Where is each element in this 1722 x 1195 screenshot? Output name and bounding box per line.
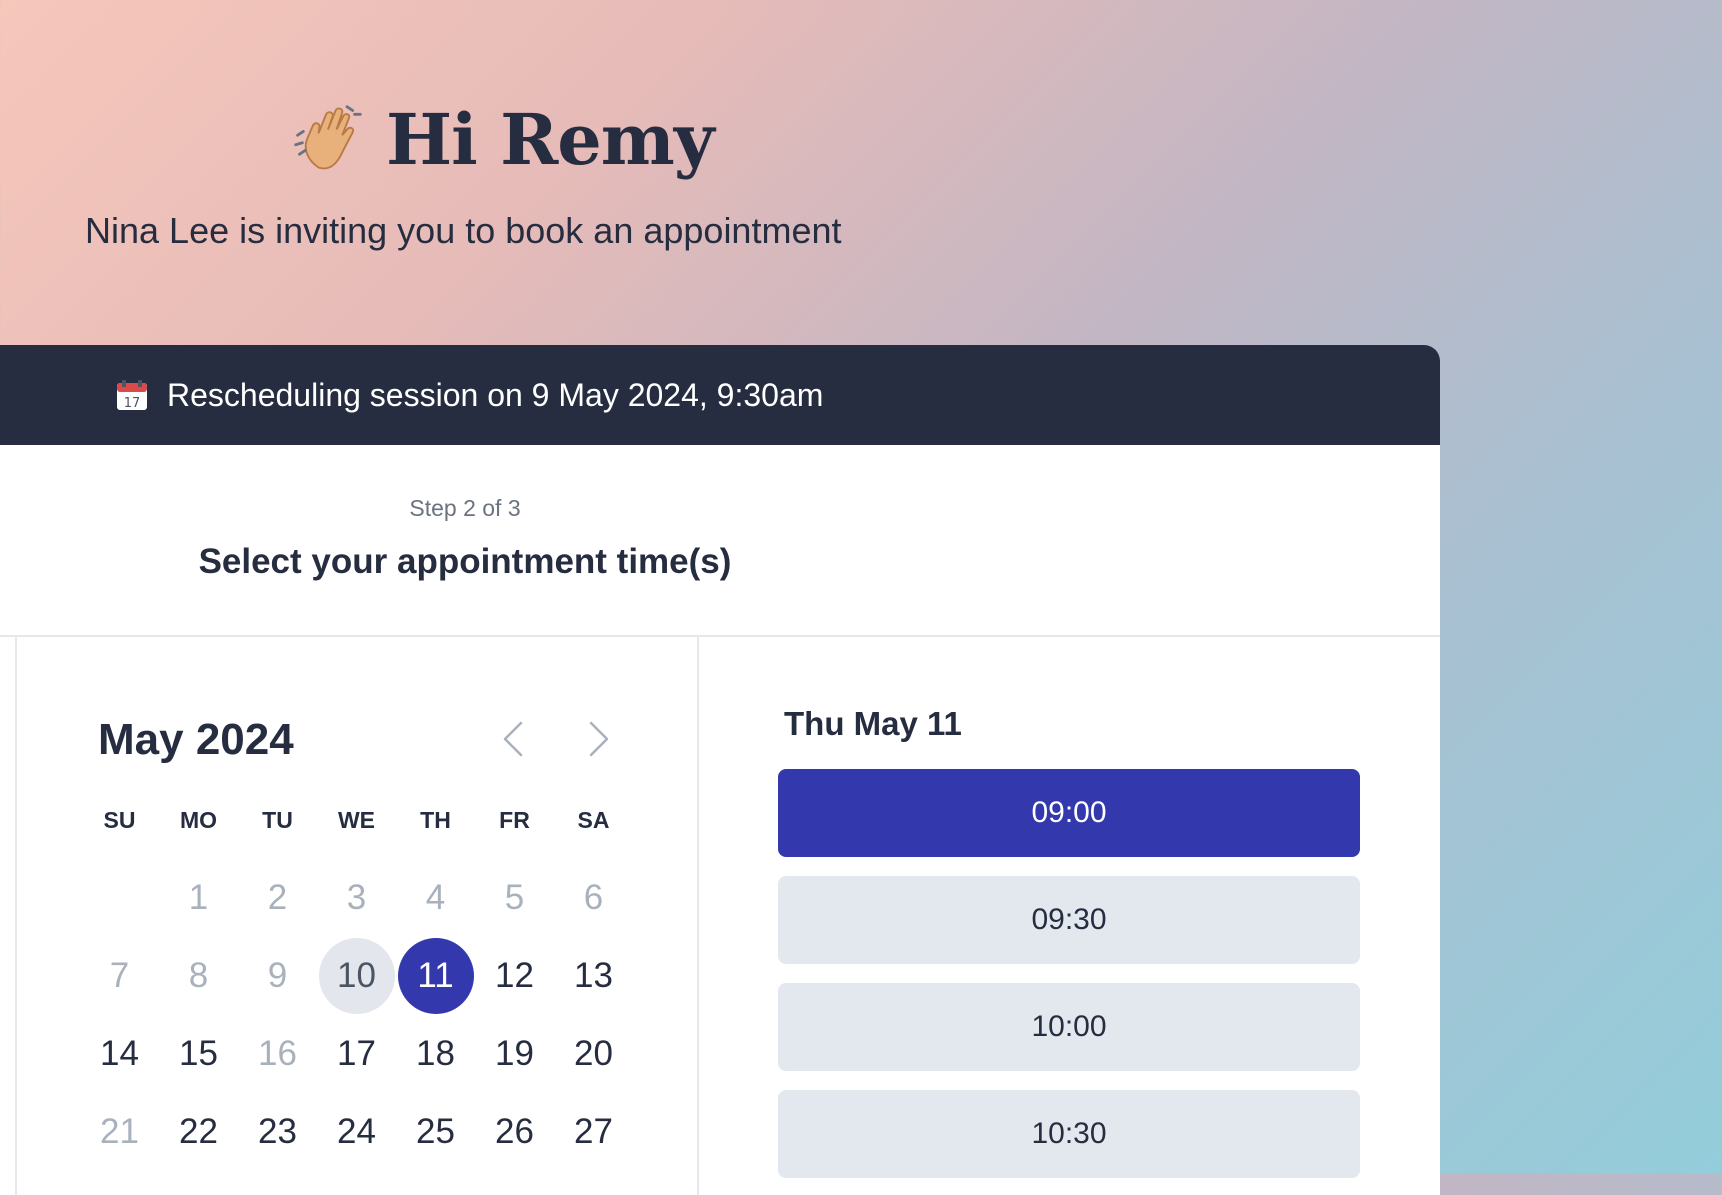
- calendar-day-number: 19: [495, 1034, 534, 1073]
- calendar-day: 21: [80, 1093, 159, 1171]
- selected-date-label: Thu May 11: [784, 705, 962, 742]
- calendar-day: 5: [475, 859, 554, 937]
- calendar-day[interactable]: 24: [317, 1093, 396, 1171]
- booking-card: 17 Rescheduling session on 9 May 2024, 9…: [0, 345, 1440, 1195]
- calendar-day[interactable]: 25: [396, 1093, 475, 1171]
- greeting-text: Hi Remy: [386, 97, 715, 181]
- calendar-day[interactable]: 14: [80, 1015, 159, 1093]
- calendar-day: 9: [238, 937, 317, 1015]
- time-slot-button[interactable]: 09:30: [778, 876, 1360, 964]
- scheduler-body: May 2024 SU MO TU WE TH FR SA 1 2 3 4 5 6 7 8 9 10 11 12 1…: [0, 637, 1440, 1195]
- calendar-day[interactable]: 19: [475, 1015, 554, 1093]
- weekday-label: SU: [103, 807, 136, 833]
- calendar-day-number: 22: [179, 1112, 218, 1151]
- calendar-day-number: 2: [267, 878, 288, 917]
- greeting-heading: Hi Remy: [290, 84, 715, 194]
- waving-hand-icon: [294, 105, 362, 170]
- calendar-day-grid: 1 2 3 4 5 6 7 8 9 10 11 12 13 14 15 16 17 18 19 20 21 22 23 24 2…: [80, 859, 633, 1171]
- weekday-label: SA: [577, 807, 610, 833]
- weekday-label: FR: [499, 807, 530, 833]
- calendar-day-number: 15: [179, 1034, 218, 1073]
- banner-text: Rescheduling session on 9 May 2024, 9:30…: [167, 376, 824, 413]
- calendar-day-number: 6: [583, 878, 604, 917]
- calendar-day-number: 18: [416, 1034, 455, 1073]
- calendar-day-number: 9: [267, 956, 288, 995]
- time-slot-button[interactable]: 10:00: [778, 983, 1360, 1071]
- divider: [697, 637, 699, 1195]
- calendar-day-selected[interactable]: 11: [396, 937, 475, 1015]
- calendar-empty-cell: [80, 859, 159, 937]
- calendar-day: 16: [238, 1015, 317, 1093]
- step-title: Select your appointment time(s): [198, 542, 732, 581]
- calendar-day: 8: [159, 937, 238, 1015]
- calendar-day[interactable]: 22: [159, 1093, 238, 1171]
- calendar-day-number: 3: [346, 878, 367, 917]
- calendar-day-number: 8: [188, 956, 209, 995]
- calendar-day[interactable]: 15: [159, 1015, 238, 1093]
- weekday-label: TU: [262, 807, 293, 833]
- calendar-day: 3: [317, 859, 396, 937]
- calendar-day-number: 12: [495, 956, 534, 995]
- calendar-icon: 17: [117, 380, 147, 411]
- chevron-right-icon[interactable]: [575, 717, 619, 761]
- reschedule-banner: 17 Rescheduling session on 9 May 2024, 9…: [0, 345, 1440, 445]
- chevron-left-icon[interactable]: [493, 717, 537, 761]
- time-slot-button-selected[interactable]: 09:00: [778, 769, 1360, 857]
- calendar-day[interactable]: 12: [475, 937, 554, 1015]
- calendar-day-number: 1: [188, 878, 209, 917]
- calendar-day-number: 13: [574, 956, 613, 995]
- calendar-day[interactable]: 17: [317, 1015, 396, 1093]
- calendar-day-number: [82, 860, 158, 936]
- time-slot-list: 09:00 09:30 10:00 10:30: [778, 769, 1360, 1195]
- calendar-day-number: 5: [504, 878, 525, 917]
- calendar-day-number: 21: [100, 1112, 139, 1151]
- time-slot-button[interactable]: 10:30: [778, 1090, 1360, 1178]
- calendar-weekday-row: SU MO TU WE TH FR SA: [80, 807, 633, 834]
- calendar-day-number: 4: [425, 878, 446, 917]
- calendar-day: 7: [80, 937, 159, 1015]
- calendar-day-number: 20: [574, 1034, 613, 1073]
- calendar-day-number: 16: [258, 1034, 297, 1073]
- calendar-day-number: 25: [416, 1112, 455, 1151]
- invitation-subtitle: Nina Lee is inviting you to book an appo…: [85, 210, 842, 251]
- calendar-day-number: 14: [100, 1034, 139, 1073]
- calendar-day[interactable]: 10: [317, 937, 396, 1015]
- weekday-label: WE: [337, 807, 376, 833]
- calendar-day: 6: [554, 859, 633, 937]
- calendar-day[interactable]: 27: [554, 1093, 633, 1171]
- weekday-label: MO: [179, 807, 218, 833]
- calendar-day[interactable]: 18: [396, 1015, 475, 1093]
- calendar-day-number: 17: [337, 1034, 376, 1073]
- calendar-day-number: 11: [397, 938, 474, 1014]
- calendar-day[interactable]: 20: [554, 1015, 633, 1093]
- calendar-day[interactable]: 26: [475, 1093, 554, 1171]
- calendar-day[interactable]: 13: [554, 937, 633, 1015]
- calendar-day-number: 24: [337, 1112, 376, 1151]
- calendar-day-number: 23: [258, 1112, 297, 1151]
- calendar-day: 1: [159, 859, 238, 937]
- calendar-day: 4: [396, 859, 475, 937]
- divider: [15, 637, 17, 1195]
- calendar-day[interactable]: 23: [238, 1093, 317, 1171]
- step-header: Step 2 of 3 Select your appointment time…: [0, 445, 1440, 637]
- calendar-day: 2: [238, 859, 317, 937]
- step-indicator: Step 2 of 3: [409, 495, 521, 521]
- calendar-month-title: May 2024: [98, 715, 294, 764]
- weekday-label: TH: [420, 807, 451, 833]
- svg-text:17: 17: [124, 396, 141, 411]
- calendar-day-number: 26: [495, 1112, 534, 1151]
- calendar-day-number: 10: [318, 938, 395, 1014]
- calendar-day-number: 7: [109, 956, 130, 995]
- calendar-day-number: 27: [574, 1112, 613, 1151]
